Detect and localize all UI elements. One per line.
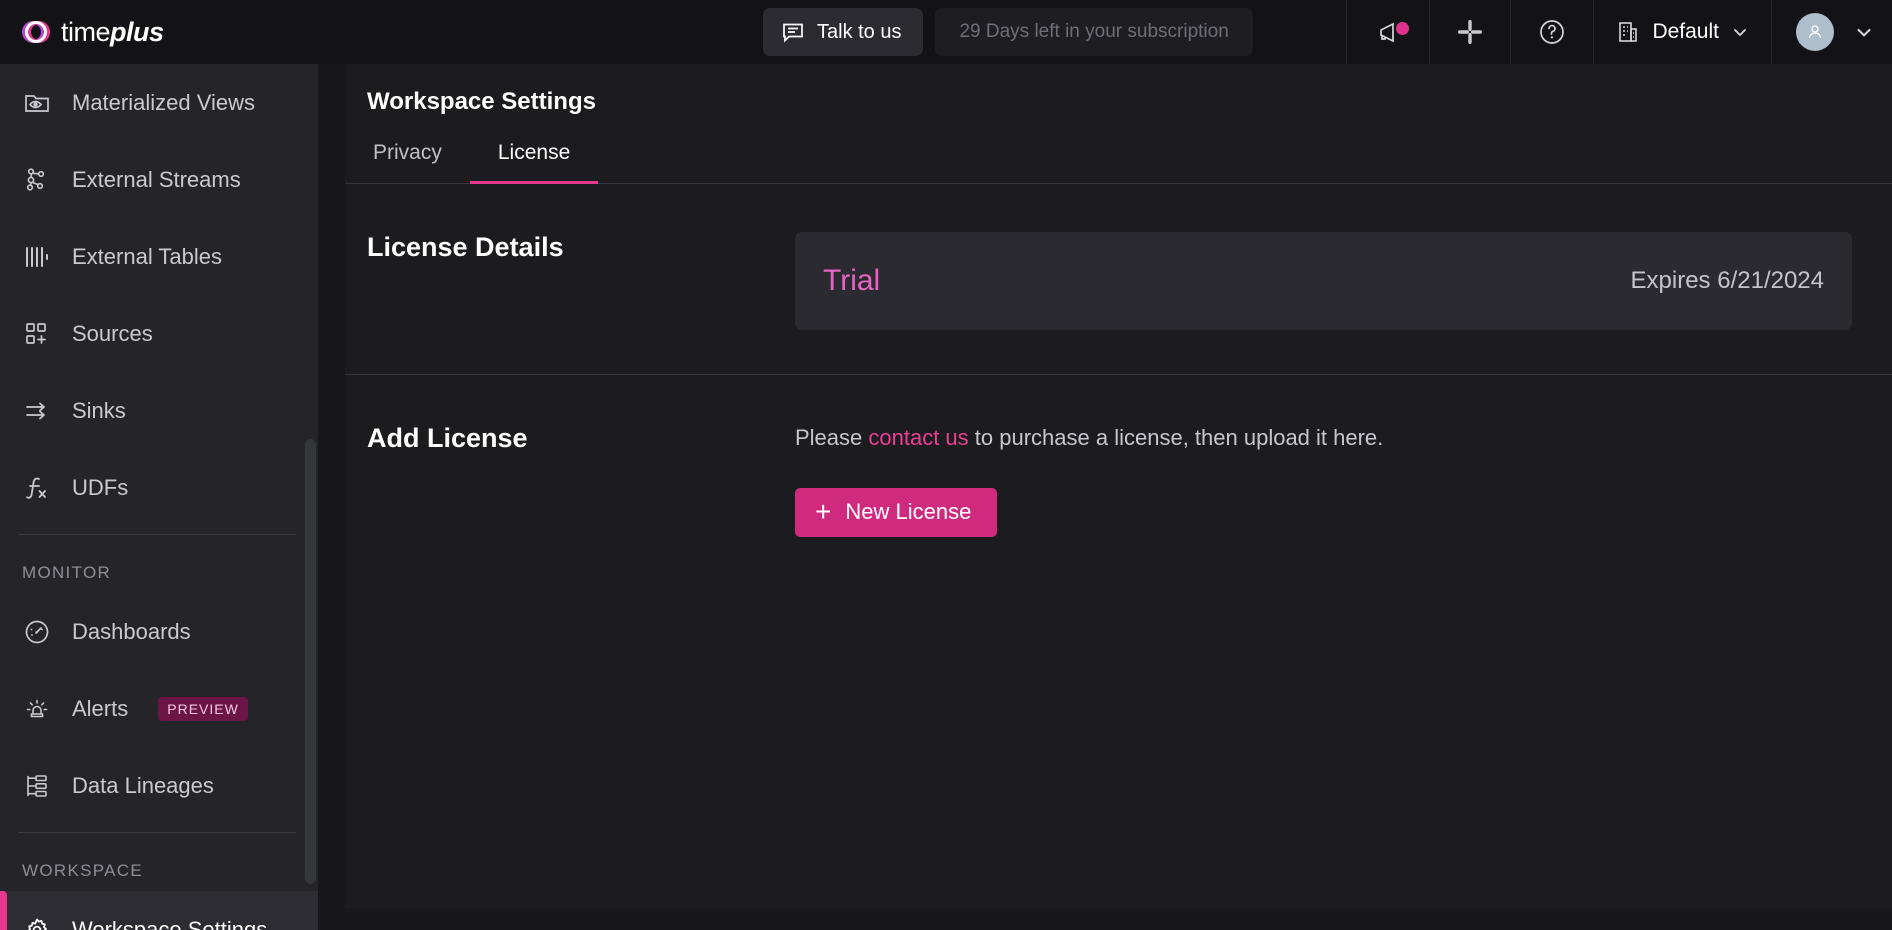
sidebar-item-udfs[interactable]: UDFs — [0, 449, 318, 526]
chat-bubble-icon — [781, 20, 805, 44]
sidebar-item-label: Workspace Settings — [72, 917, 267, 930]
tab-privacy[interactable]: Privacy — [345, 141, 470, 184]
workspace-label: Default — [1652, 20, 1719, 44]
folder-eye-icon — [22, 88, 52, 118]
add-license-text-after: to purchase a license, then upload it he… — [969, 425, 1384, 450]
announcements-unread-dot — [1396, 22, 1409, 35]
header-actions: Default — [1346, 0, 1892, 64]
gauge-icon — [22, 617, 52, 647]
sidebar-item-label: Sinks — [72, 398, 126, 424]
subscription-notice: 29 Days left in your subscription — [935, 8, 1252, 56]
add-license-body: Please contact us to purchase a license,… — [795, 423, 1892, 581]
logo-word-plus: plus — [110, 17, 164, 47]
sidebar-item-external-streams[interactable]: External Streams — [0, 141, 318, 218]
add-license-description: Please contact us to purchase a license,… — [795, 423, 1852, 454]
account-menu[interactable] — [1771, 0, 1892, 64]
add-license-section: Add License Please contact us to purchas… — [345, 375, 1892, 581]
main-content-panel: Workspace Settings Privacy License Licen… — [345, 64, 1892, 908]
arrows-right-icon — [22, 396, 52, 426]
add-license-text-before: Please — [795, 425, 868, 450]
sidebar-item-label: Materialized Views — [72, 90, 255, 116]
license-details-section: License Details Trial Expires 6/21/2024 — [345, 184, 1892, 375]
logo-wordmark: timeplus — [61, 17, 164, 48]
sidebar-item-data-lineages[interactable]: Data Lineages — [0, 747, 318, 824]
bars-table-icon — [22, 242, 52, 272]
chevron-down-icon — [1854, 22, 1874, 42]
avatar — [1796, 13, 1834, 51]
sidebar-item-label: External Streams — [72, 167, 241, 193]
license-type: Trial — [823, 264, 880, 298]
chevron-down-icon — [1731, 23, 1749, 41]
sidebar-item-external-tables[interactable]: External Tables — [0, 218, 318, 295]
contact-us-link[interactable]: contact us — [868, 425, 968, 450]
add-license-heading: Add License — [345, 423, 795, 581]
announcements-button[interactable] — [1346, 0, 1429, 64]
license-card: Trial Expires 6/21/2024 — [795, 232, 1852, 330]
settings-tabs: Privacy License — [345, 140, 1892, 184]
license-details-heading: License Details — [345, 232, 795, 374]
page-title: Workspace Settings — [345, 64, 1892, 116]
bottom-strip — [318, 908, 1892, 930]
subscription-notice-label: 29 Days left in your subscription — [959, 21, 1228, 43]
sidebar-section-workspace: WORKSPACE — [0, 833, 318, 891]
sidebar-item-dashboards[interactable]: Dashboards — [0, 593, 318, 670]
slack-button[interactable] — [1429, 0, 1510, 64]
sidebar-item-label: UDFs — [72, 475, 128, 501]
app-logo[interactable]: timeplus — [0, 0, 318, 64]
sidebar-item-alerts[interactable]: Alerts PREVIEW — [0, 670, 318, 747]
sidebar-section-monitor: MONITOR — [0, 535, 318, 593]
plus-icon: + — [815, 498, 831, 526]
squares-plus-icon — [22, 319, 52, 349]
talk-to-us-button[interactable]: Talk to us — [763, 8, 923, 56]
timeplus-logo-icon — [22, 19, 56, 45]
sidebar-item-label: Dashboards — [72, 619, 191, 645]
sidebar-scrollbar[interactable] — [305, 439, 316, 884]
alerts-preview-badge: PREVIEW — [158, 697, 248, 721]
sidebar-content-gap — [318, 64, 345, 930]
new-license-label: New License — [845, 499, 971, 525]
function-fx-icon — [22, 473, 52, 503]
lineage-icon — [22, 771, 52, 801]
sidebar-item-label: External Tables — [72, 244, 222, 270]
question-circle-icon — [1537, 17, 1567, 47]
sidebar-item-sinks[interactable]: Sinks — [0, 372, 318, 449]
new-license-button[interactable]: + New License — [795, 488, 997, 537]
sidebar-nav: Materialized Views External Streams Exte… — [0, 64, 318, 930]
logo-word-time: time — [61, 17, 110, 47]
nodes-graph-icon — [22, 165, 52, 195]
sidebar-item-label: Sources — [72, 321, 153, 347]
tab-license[interactable]: License — [470, 141, 598, 184]
license-expiry: Expires 6/21/2024 — [1631, 267, 1824, 295]
gear-icon — [22, 915, 52, 930]
content-inner: Workspace Settings Privacy License Licen… — [345, 64, 1892, 581]
workspace-selector[interactable]: Default — [1593, 0, 1771, 64]
talk-to-us-label: Talk to us — [817, 21, 901, 44]
alert-light-icon — [22, 694, 52, 724]
help-button[interactable] — [1510, 0, 1593, 64]
sidebar-item-workspace-settings[interactable]: Workspace Settings — [0, 891, 318, 930]
sidebar-item-label: Alerts — [72, 696, 128, 722]
sidebar-item-materialized-views[interactable]: Materialized Views — [0, 64, 318, 141]
license-details-body: Trial Expires 6/21/2024 — [795, 232, 1892, 374]
building-icon — [1616, 20, 1640, 44]
slack-icon — [1456, 18, 1484, 46]
top-header-bar: timeplus Talk to us 29 Days left in your… — [0, 0, 1892, 64]
sidebar-item-sources[interactable]: Sources — [0, 295, 318, 372]
sidebar-item-label: Data Lineages — [72, 773, 214, 799]
